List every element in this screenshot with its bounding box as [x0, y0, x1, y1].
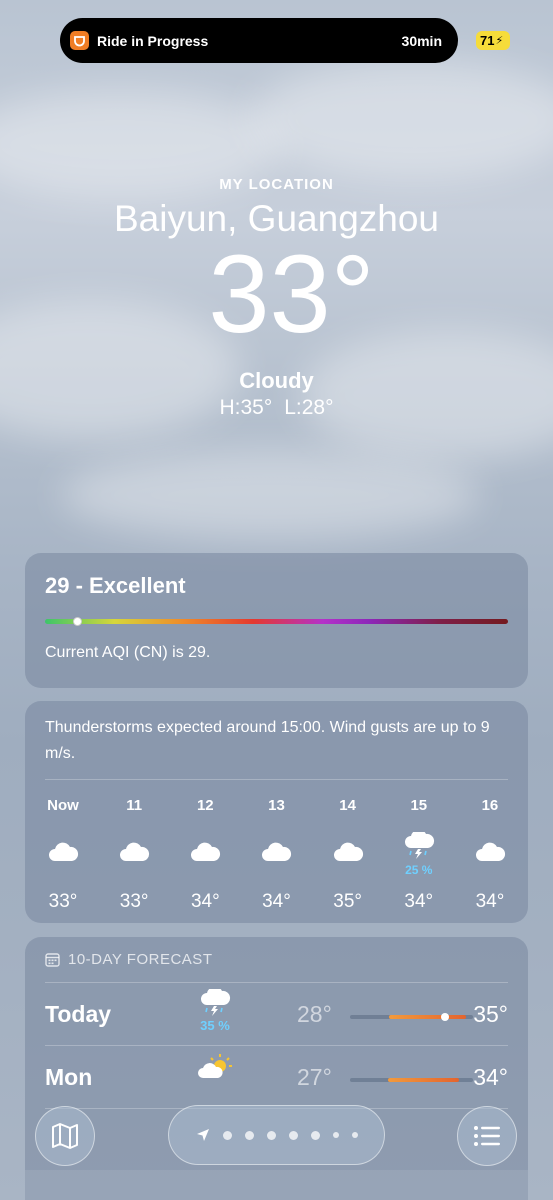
scroll-fade [25, 1170, 528, 1200]
hourly-scroller[interactable]: Now 33° 11 33° 12 34° 13 34° 14 35° 15 25 % 34° 16 34° [35, 797, 518, 913]
forecast-row[interactable]: Mon 27° 34° [45, 1046, 508, 1109]
aqi-level-marker [72, 617, 82, 626]
hour-label: 12 [196, 797, 214, 814]
cloud-icon [189, 841, 221, 868]
locations-list-button[interactable] [457, 1106, 517, 1166]
current-temperature: 33° [208, 233, 375, 356]
temp-range-bar [350, 1078, 473, 1082]
hour-item: 14 35° [320, 797, 376, 913]
hour-label: 15 [410, 797, 428, 814]
current-location-arrow-icon [196, 1129, 209, 1141]
aqi-title: 29 - Excellent [45, 573, 186, 598]
battery-level: 71 [480, 33, 495, 48]
current-temp-marker [441, 1013, 450, 1021]
temp-range-bar [350, 1013, 473, 1021]
current-condition: Cloudy [239, 368, 314, 393]
aqi-scale-bar [45, 617, 508, 626]
hour-temp: 34° [475, 891, 505, 912]
page-dot[interactable] [351, 1132, 358, 1138]
hour-item: 16 34° [462, 797, 518, 913]
hour-temp: 34° [262, 891, 291, 912]
forecast-day: Today [45, 1001, 112, 1027]
forecast-high: 35° [473, 1001, 508, 1027]
forecast-row[interactable]: Today 35 % 28° 35° [45, 983, 508, 1046]
page-dot[interactable] [222, 1130, 232, 1140]
hour-item: 12 34° [177, 797, 233, 913]
activity-title: Ride in Progress [97, 32, 209, 49]
hour-label: 16 [481, 797, 499, 814]
forecast-high: 34° [473, 1064, 508, 1090]
cloud-icon [332, 841, 364, 868]
cloud-icon [260, 841, 292, 868]
hour-temp: 34° [190, 891, 220, 912]
cloud-icon [47, 841, 79, 868]
hour-temp: 35° [333, 891, 362, 912]
page-dot[interactable] [266, 1130, 276, 1140]
forecast-low: 28° [297, 1001, 332, 1027]
forecast-day: Mon [45, 1064, 93, 1090]
thunderstorm-icon [403, 829, 435, 865]
list-icon [474, 1126, 500, 1146]
calendar-icon [45, 953, 60, 967]
charging-icon: ⚡ [495, 35, 504, 47]
location-label: MY LOCATION [219, 176, 334, 193]
ride-app-icon [70, 31, 89, 50]
hour-item: Now 33° [35, 797, 91, 913]
cloud-icon [474, 841, 506, 868]
high-low: H:35° L:28° [0, 396, 553, 420]
hour-temp: 33° [119, 891, 149, 912]
hour-temp: 33° [48, 891, 78, 912]
hour-temp: 34° [404, 891, 434, 912]
hour-label: Now [47, 797, 79, 814]
forecast-list: Today 35 % 28° 35° Mon 27° 34° [45, 983, 508, 1109]
hour-item: 13 34° [248, 797, 304, 913]
location-pager[interactable] [168, 1105, 385, 1165]
temp-range-fill [388, 1078, 460, 1082]
aqi-description: Current AQI (CN) is 29. [45, 644, 211, 661]
map-icon [52, 1123, 78, 1149]
hourly-summary: Thunderstorms expected around 15:00. Win… [45, 701, 508, 780]
hour-label: 11 [126, 797, 143, 814]
live-activity-island[interactable]: Ride in Progress 30min [60, 18, 458, 63]
map-button[interactable] [35, 1106, 95, 1166]
forecast-header-label: 10-DAY FORECAST [68, 951, 213, 968]
partly-sunny-icon [196, 1054, 234, 1084]
page-dot[interactable] [310, 1130, 320, 1140]
page-dot[interactable] [288, 1130, 298, 1140]
hour-item: 15 25 % 34° [391, 797, 447, 913]
cloud-icon [118, 841, 150, 868]
hour-item: 11 33° [106, 797, 162, 913]
page-dot[interactable] [332, 1132, 339, 1138]
battery-indicator: 71 ⚡ [476, 31, 510, 50]
forecast-header: 10-DAY FORECAST [45, 937, 508, 983]
high-temp: H:35° [219, 396, 273, 419]
page-dot[interactable] [244, 1130, 254, 1140]
hour-label: 13 [268, 797, 285, 814]
hourly-forecast-card[interactable]: Thunderstorms expected around 15:00. Win… [25, 701, 528, 923]
precip-chance: 25 % [405, 862, 433, 877]
low-temp: L:28° [284, 396, 334, 419]
activity-time: 30min [401, 32, 442, 49]
temp-range-fill [389, 1015, 466, 1019]
hour-label: 14 [339, 797, 356, 814]
air-quality-card[interactable]: 29 - Excellent Current AQI (CN) is 29. [25, 553, 528, 688]
forecast-low: 27° [297, 1064, 332, 1090]
